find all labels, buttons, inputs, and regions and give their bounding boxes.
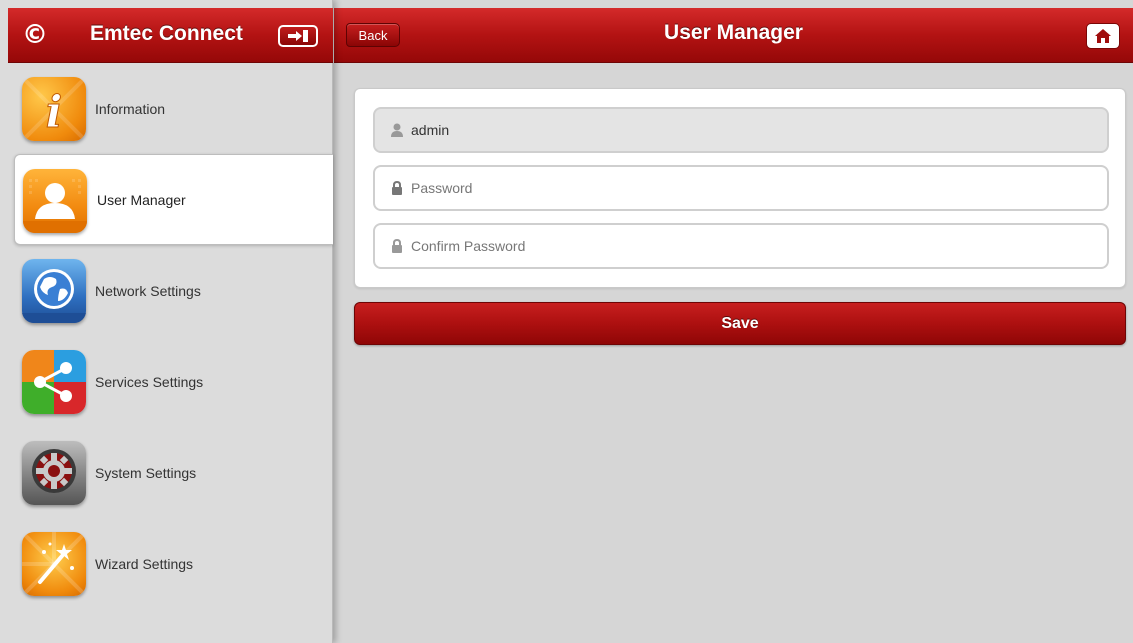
confirm-password-field[interactable] — [373, 223, 1109, 269]
back-button[interactable]: Back — [346, 23, 400, 47]
save-button[interactable]: Save — [354, 302, 1126, 345]
sidebar-nav: i Information User Manager Network Setti… — [0, 63, 333, 609]
share-icon — [22, 350, 86, 414]
sidebar-item-label: User Manager — [97, 191, 186, 208]
user-icon — [23, 169, 87, 233]
svg-text:i: i — [46, 87, 63, 138]
page-header: User Manager Back — [334, 8, 1133, 63]
sidebar-item-system-settings[interactable]: System Settings — [0, 427, 333, 518]
magic-wand-icon — [22, 532, 86, 596]
page-title: User Manager — [664, 21, 803, 44]
app-title: Emtec Connect — [90, 22, 243, 45]
sidebar-item-wizard-settings[interactable]: Wizard Settings — [0, 518, 333, 609]
password-field[interactable] — [373, 165, 1109, 211]
gear-icon — [22, 441, 86, 505]
logout-icon — [288, 30, 308, 42]
logout-button[interactable] — [278, 25, 318, 47]
sidebar-item-network-settings[interactable]: Network Settings — [0, 245, 333, 336]
user-icon — [391, 123, 403, 137]
globe-icon — [22, 259, 86, 323]
information-icon: i — [22, 77, 86, 141]
app-header: © Emtec Connect — [8, 8, 333, 63]
sidebar-item-label: Network Settings — [95, 282, 201, 299]
home-button[interactable] — [1086, 23, 1120, 49]
confirm-password-input[interactable] — [411, 225, 1101, 267]
sidebar-item-label: Information — [95, 100, 166, 117]
emtec-logo-icon: © — [22, 20, 48, 50]
username-field[interactable] — [373, 107, 1109, 153]
sidebar-item-label: Wizard Settings — [95, 555, 194, 572]
sidebar-item-label: System Settings — [95, 464, 197, 481]
sidebar-item-services-settings[interactable]: Services Settings — [0, 336, 333, 427]
user-form — [354, 88, 1126, 288]
sidebar: © Emtec Connect i Information User Manag… — [0, 0, 333, 643]
home-icon — [1095, 29, 1111, 43]
password-input[interactable] — [411, 167, 1101, 209]
sidebar-item-label: Services Settings — [95, 373, 204, 390]
username-input[interactable] — [411, 109, 1101, 151]
lock-icon — [392, 180, 402, 195]
sidebar-item-information[interactable]: i Information — [0, 63, 333, 154]
lock-icon — [392, 238, 402, 253]
sidebar-item-user-manager[interactable]: User Manager — [14, 154, 333, 245]
